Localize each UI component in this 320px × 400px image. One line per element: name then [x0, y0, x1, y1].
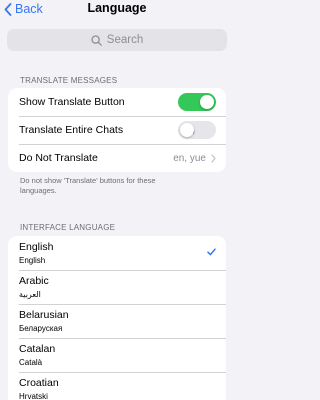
chevron-right-icon [211, 153, 216, 163]
do-not-translate-value: en, yue [173, 152, 206, 164]
language-name: Croatian [19, 376, 59, 389]
do-not-translate-label: Do Not Translate [19, 152, 98, 164]
translate-section-header: TRANSLATE MESSAGES [20, 76, 118, 85]
page-title: Language [87, 1, 147, 15]
toggle-knob [180, 123, 194, 137]
translate-entire-chats-toggle[interactable] [178, 121, 216, 139]
interface-language-list: English English Arabic العربية Belarusia… [8, 236, 226, 400]
language-native-name: Català [19, 357, 43, 367]
language-name: Belarusian [19, 308, 69, 321]
language-row-arabic[interactable]: Arabic العربية [8, 270, 226, 304]
language-name: Arabic [19, 274, 49, 287]
toggle-knob [200, 95, 214, 109]
checkmark-icon [207, 248, 216, 256]
navigation-bar: Back Language [0, 0, 234, 20]
do-not-translate-value-wrap: en, yue [173, 153, 216, 164]
search-placeholder: Search [106, 34, 144, 46]
search-input[interactable]: Search [7, 29, 227, 51]
show-translate-toggle[interactable] [178, 93, 216, 111]
interface-language-header: INTERFACE LANGUAGE [20, 223, 116, 232]
language-row-english[interactable]: English English [8, 236, 226, 270]
translate-entire-chats-row[interactable]: Translate Entire Chats [8, 116, 226, 144]
translate-section-footer: Do not show 'Translate' buttons for thes… [20, 176, 156, 195]
do-not-translate-row[interactable]: Do Not Translate en, yue [8, 144, 226, 172]
language-native-name: Беларуская [19, 323, 63, 333]
language-name: English [19, 240, 54, 253]
search-icon [91, 34, 102, 46]
language-native-name: العربية [19, 289, 41, 299]
show-translate-button-row[interactable]: Show Translate Button [8, 88, 226, 116]
language-row-croatian[interactable]: Croatian Hrvatski [8, 372, 226, 400]
show-translate-button-label: Show Translate Button [19, 96, 125, 108]
language-row-catalan[interactable]: Catalan Català [8, 338, 226, 372]
language-native-name: Hrvatski [19, 391, 48, 400]
language-row-belarusian[interactable]: Belarusian Беларуская [8, 304, 226, 338]
language-native-name: English [19, 255, 46, 265]
language-name: Catalan [19, 342, 56, 355]
translate-settings-group: Show Translate Button Translate Entire C… [8, 88, 226, 172]
translate-entire-chats-label: Translate Entire Chats [19, 124, 124, 136]
